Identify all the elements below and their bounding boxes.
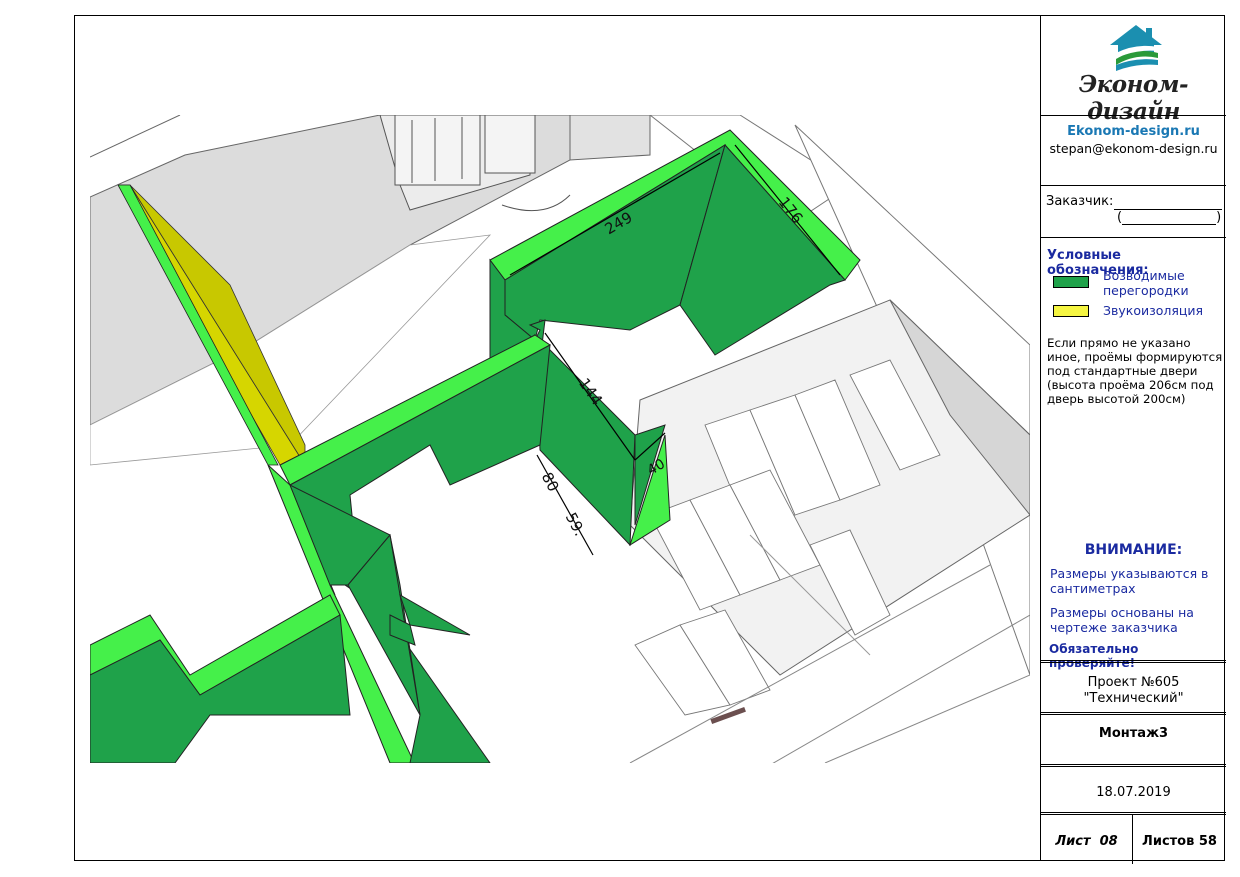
- legend-item-label: Возводимые перегородки: [1103, 268, 1189, 298]
- sheet-total: Листов 58: [1133, 815, 1226, 864]
- sheets-total-number: 58: [1198, 834, 1217, 849]
- dimension-80: 80: [538, 469, 563, 494]
- paren-close: ): [1216, 210, 1222, 225]
- website-link[interactable]: Ekonom-design.ru: [1041, 124, 1226, 139]
- email-link[interactable]: stepan@ekonom-design.ru: [1041, 141, 1226, 156]
- floorplan-3d-view: 249 176 144 40 80 59.: [90, 115, 1030, 763]
- project-number: Проект №605: [1087, 675, 1180, 690]
- date: 18.07.2019: [1041, 764, 1226, 812]
- doors-note: Если прямо не указано иное, проёмы форми…: [1047, 336, 1223, 406]
- legend-block: Условные обозначения: Возводимые перегор…: [1041, 237, 1226, 670]
- client-paren-line: (): [1117, 210, 1223, 225]
- client-extra-blank: [1122, 210, 1217, 225]
- sheets-total-label: Листов: [1142, 834, 1195, 849]
- green-swatch: [1053, 276, 1089, 288]
- contact-block: Ekonom-design.ru stepan@ekonom-design.ru: [1041, 115, 1226, 185]
- house-logo-icon: [1110, 25, 1162, 71]
- project-name: "Технический": [1083, 691, 1184, 706]
- attention-source: Размеры основаны на чертеже заказчика: [1050, 605, 1194, 635]
- client-label: Заказчик:: [1046, 194, 1114, 209]
- sheet-numbers: Лист 08 Листов 58: [1041, 812, 1226, 864]
- attention-title: ВНИМАНИЕ:: [1084, 542, 1183, 558]
- sheet-current: Лист 08: [1041, 815, 1133, 864]
- legend-item-label: Звукоизоляция: [1103, 303, 1204, 318]
- attention-units: Размеры указываются в сантиметрах: [1050, 566, 1209, 596]
- sheet-label: Лист: [1055, 834, 1091, 849]
- dimension-59: 59.: [562, 510, 589, 540]
- title-block: Эконом-дизайн Ekonom-design.ru stepan@ek…: [1040, 15, 1226, 864]
- client-field: Заказчик: (): [1041, 185, 1226, 237]
- sheet-number: 08: [1099, 834, 1118, 849]
- yellow-swatch: [1053, 305, 1089, 317]
- sheet-title: Монтаж3: [1041, 712, 1226, 764]
- brand-logo: Эконом-дизайн: [1041, 15, 1226, 125]
- project-block: Проект №605 "Технический": [1041, 660, 1226, 712]
